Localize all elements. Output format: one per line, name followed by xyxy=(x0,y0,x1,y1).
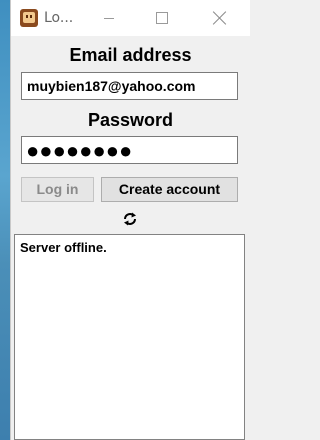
title-bar[interactable]: Lo... xyxy=(11,0,250,36)
password-label: Password xyxy=(87,110,174,130)
password-field[interactable]: ●●●●●●●● xyxy=(21,136,238,164)
email-field[interactable]: muybien187@yahoo.com xyxy=(21,72,238,100)
login-button[interactable]: Log in xyxy=(21,177,94,202)
window-title: Lo... xyxy=(44,10,74,26)
status-log: Server offline. xyxy=(14,234,245,440)
desktop-background xyxy=(0,0,10,440)
minimize-icon xyxy=(104,17,114,19)
close-icon xyxy=(213,11,227,25)
login-window: Lo... Email address muybien187@yahoo.com… xyxy=(10,0,250,440)
app-icon xyxy=(20,9,38,27)
maximize-button[interactable] xyxy=(139,0,185,36)
refresh-button[interactable] xyxy=(121,210,139,228)
status-message: Server offline. xyxy=(20,240,107,255)
close-button[interactable] xyxy=(197,0,243,36)
maximize-icon xyxy=(156,12,168,24)
create-account-button[interactable]: Create account xyxy=(101,177,238,202)
minimize-button[interactable] xyxy=(86,0,132,36)
email-label: Email address xyxy=(69,45,192,65)
refresh-icon xyxy=(124,212,136,226)
